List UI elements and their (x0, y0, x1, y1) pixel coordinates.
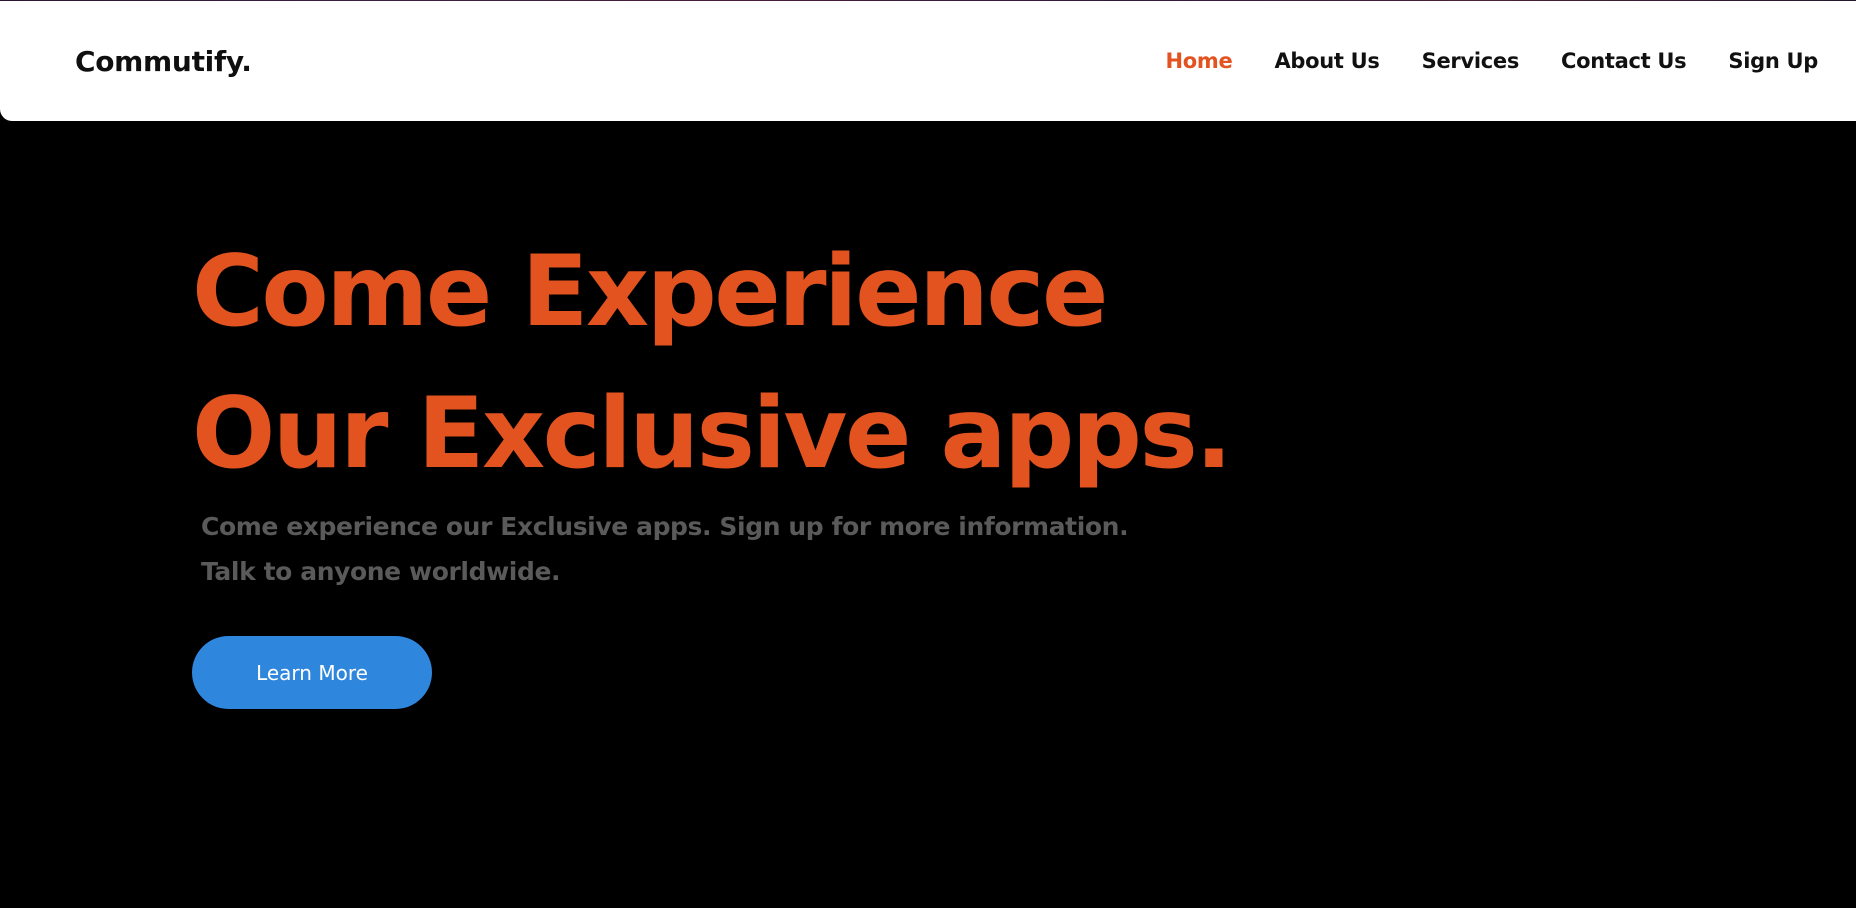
hero-subtitle-line-1: Come experience our Exclusive apps. Sign… (201, 512, 1129, 541)
learn-more-button[interactable]: Learn More (192, 636, 432, 709)
hero-subtitle: Come experience our Exclusive apps. Sign… (201, 504, 1201, 594)
nav-link-sign-up[interactable]: Sign Up (1728, 49, 1818, 73)
nav-link-about-us[interactable]: About Us (1274, 49, 1379, 73)
nav-link-home[interactable]: Home (1166, 49, 1233, 73)
hero-subtitle-line-2: Talk to anyone worldwide. (201, 557, 561, 586)
nav-link-contact-us[interactable]: Contact Us (1561, 49, 1687, 73)
hero-title-line-2: Our Exclusive apps. (192, 377, 1233, 491)
navbar: Commutify. Home About Us Services Contac… (0, 1, 1856, 121)
nav-link-services[interactable]: Services (1422, 49, 1520, 73)
nav-links: Home About Us Services Contact Us Sign U… (1166, 49, 1819, 73)
page: Commutify. Home About Us Services Contac… (0, 0, 1856, 908)
brand-logo[interactable]: Commutify. (75, 45, 252, 78)
hero-title-line-1: Come Experience (192, 235, 1108, 349)
hero-title: Come Experience Our Exclusive apps. (192, 221, 1392, 505)
hero-section: Come Experience Our Exclusive apps. Come… (0, 121, 1856, 908)
